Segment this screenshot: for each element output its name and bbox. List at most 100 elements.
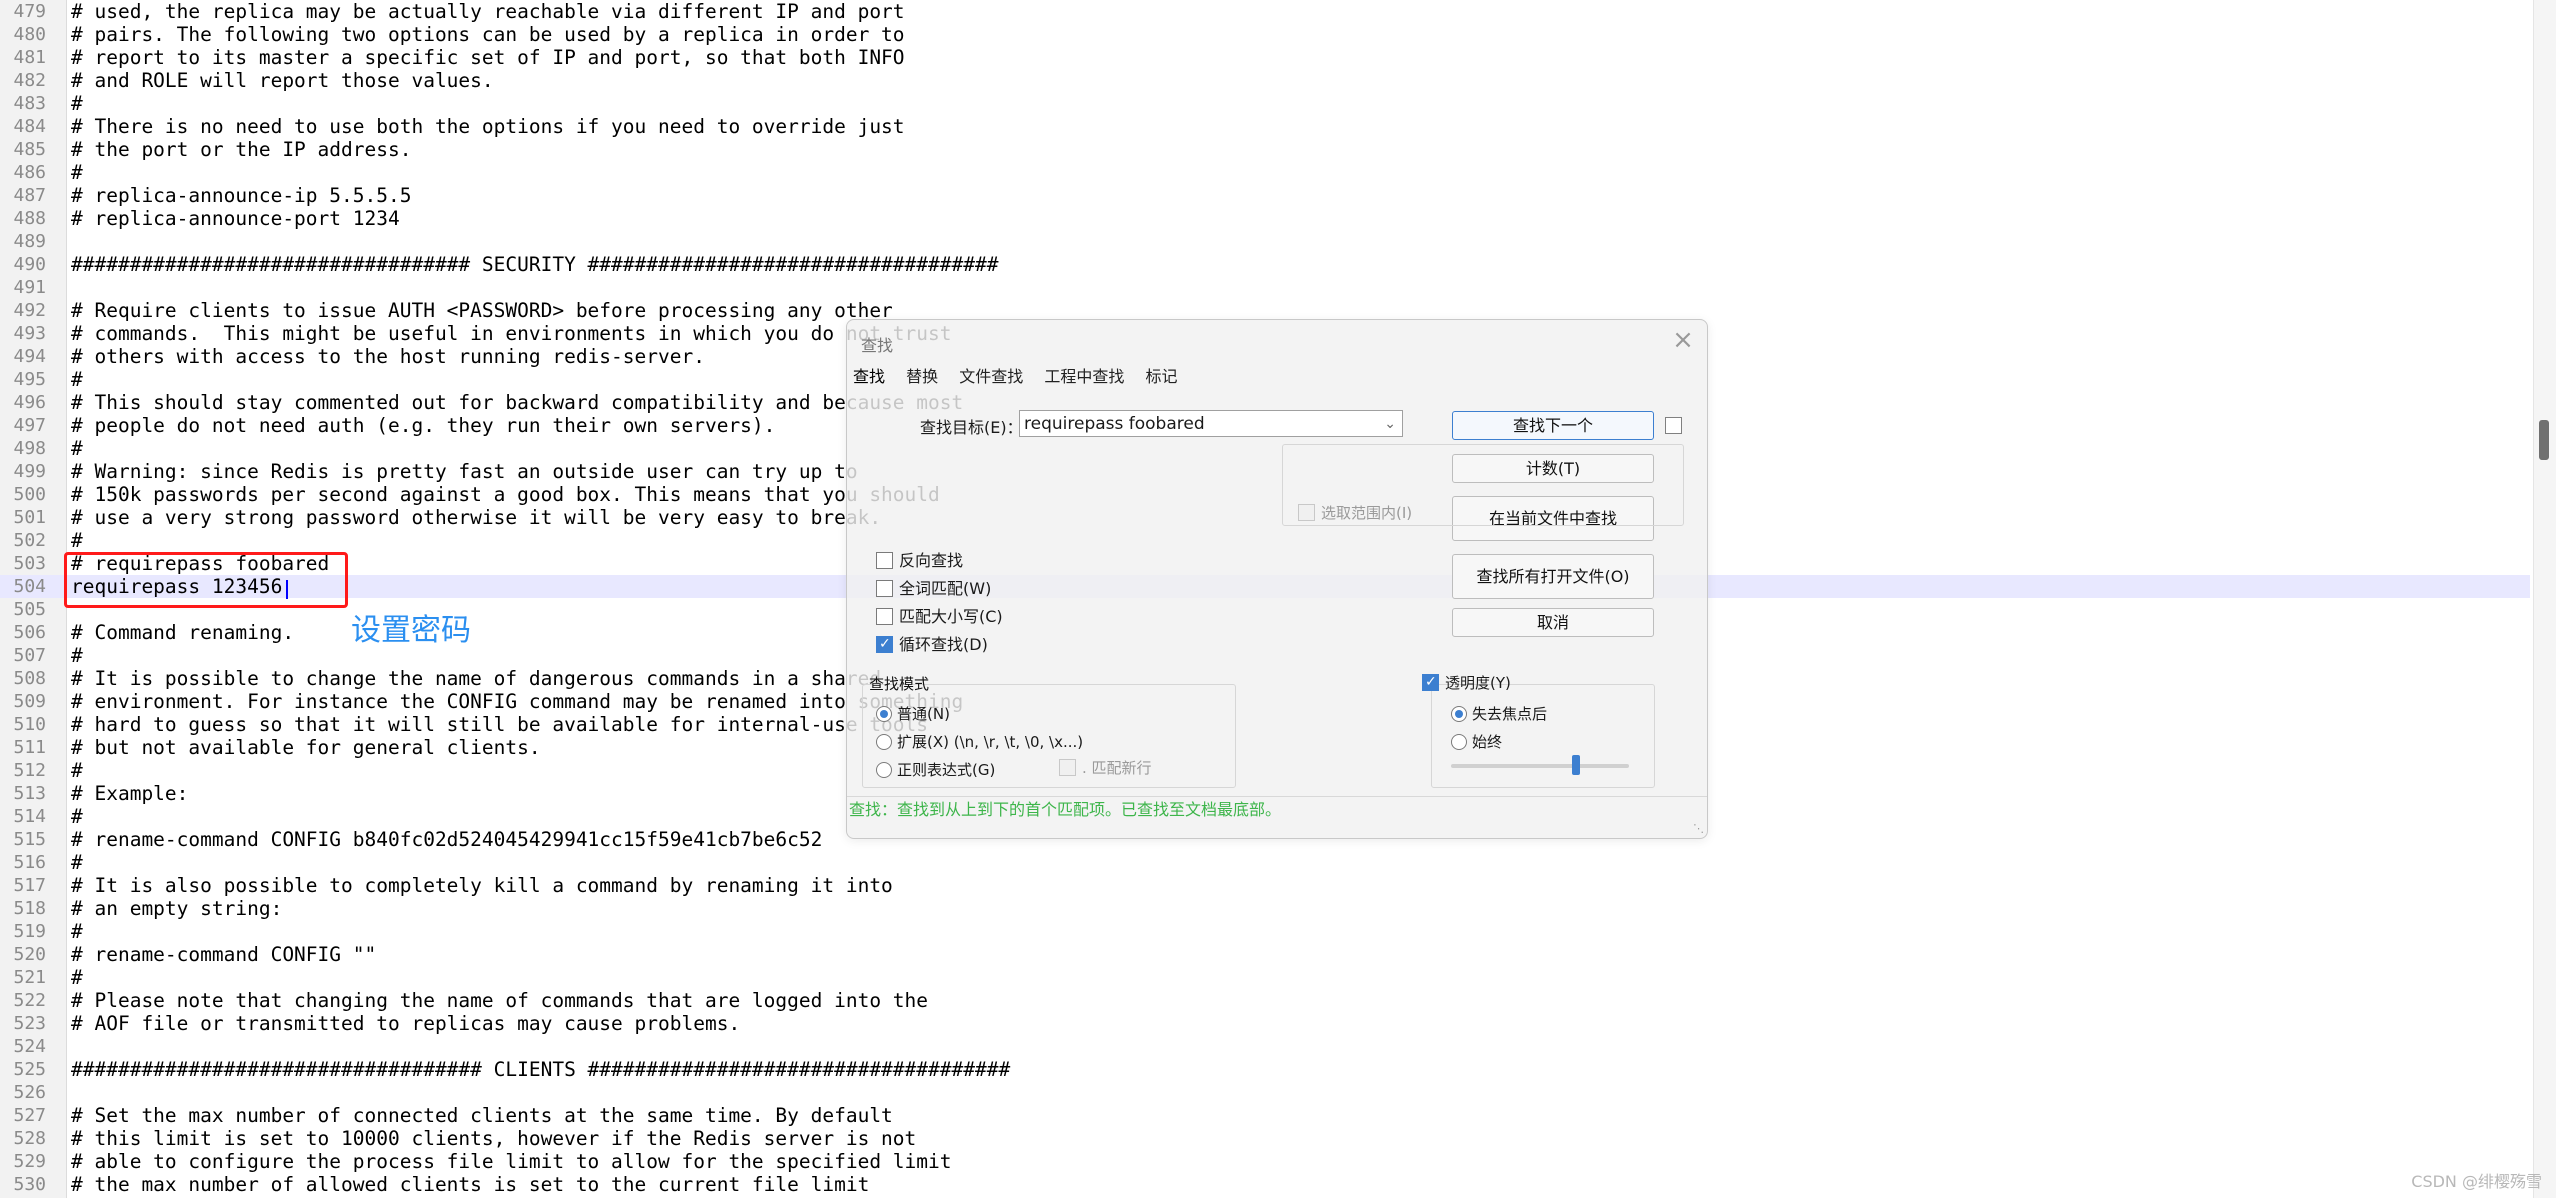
line-text[interactable]: ################################## SECUR… xyxy=(71,253,998,276)
tab-find[interactable]: 查找 xyxy=(847,364,891,390)
line-text[interactable]: # Set the max number of connected client… xyxy=(71,1104,893,1127)
line-text[interactable]: # used, the replica may be actually reac… xyxy=(71,0,905,23)
editor-line[interactable]: 484 # There is no need to use both the op… xyxy=(0,115,2530,138)
line-text[interactable]: # This should stay commented out for bac… xyxy=(71,391,963,414)
option-whole-word[interactable]: 全词匹配(W) xyxy=(876,579,991,599)
tab-find-in-files[interactable]: 文件查找 xyxy=(953,364,1029,390)
editor-line[interactable]: 522 # Please note that changing the name … xyxy=(0,989,2530,1012)
mode-regex-radio[interactable]: 正则表达式(G) xyxy=(876,760,995,780)
editor-line[interactable]: 480 # pairs. The following two options ca… xyxy=(0,23,2530,46)
radio-dot[interactable] xyxy=(876,733,892,750)
line-text[interactable]: # It is also possible to completely kill… xyxy=(71,874,893,897)
tab-find-in-project[interactable]: 工程中查找 xyxy=(1038,364,1130,390)
editor-line[interactable]: 485 # the port or the IP address. xyxy=(0,138,2530,161)
transparency-checkbox[interactable]: 透明度(Y) xyxy=(1422,672,1511,693)
line-text[interactable]: # rename-command CONFIG "" xyxy=(71,943,376,966)
line-text[interactable]: # xyxy=(71,161,83,184)
line-text[interactable]: # 150k passwords per second against a go… xyxy=(71,483,940,506)
line-text[interactable]: # rename-command CONFIG b840fc02d5240454… xyxy=(71,828,822,851)
line-text[interactable]: ################################### CLIE… xyxy=(71,1058,1010,1081)
editor-line[interactable]: 529 # able to configure the process file … xyxy=(0,1150,2530,1173)
editor-line[interactable]: 517 # It is also possible to completely k… xyxy=(0,874,2530,897)
vertical-scrollbar[interactable] xyxy=(2533,0,2556,1198)
line-text[interactable]: # this limit is set to 10000 clients, ho… xyxy=(71,1127,916,1150)
tab-mark[interactable]: 标记 xyxy=(1139,364,1183,390)
transparency-slider-thumb[interactable] xyxy=(1571,755,1580,775)
editor-line[interactable]: 524 xyxy=(0,1035,2530,1058)
line-text[interactable]: # but not available for general clients. xyxy=(71,736,541,759)
editor-line[interactable]: 487 # replica-announce-ip 5.5.5.5 xyxy=(0,184,2530,207)
line-text[interactable]: # xyxy=(71,851,83,874)
line-text[interactable]: # others with access to the host running… xyxy=(71,345,705,368)
line-text[interactable]: # use a very strong password otherwise i… xyxy=(71,506,881,529)
radio-dot[interactable] xyxy=(1451,733,1467,750)
editor-line[interactable]: 521 # xyxy=(0,966,2530,989)
line-text[interactable]: # Example: xyxy=(71,782,188,805)
chevron-down-icon[interactable]: ⌄ xyxy=(1384,411,1396,438)
transparency-on-lose-focus-radio[interactable]: 失去焦点后 xyxy=(1451,704,1547,724)
editor-line[interactable]: 486 # xyxy=(0,161,2530,184)
editor-line[interactable]: 491 xyxy=(0,276,2530,299)
editor-line[interactable]: 519 # xyxy=(0,920,2530,943)
line-text[interactable]: # xyxy=(71,529,83,552)
find-next-button[interactable]: 查找下一个 xyxy=(1452,411,1654,440)
radio-dot[interactable] xyxy=(1451,705,1467,722)
checkbox-box[interactable] xyxy=(876,608,893,625)
editor-line[interactable]: 479 # used, the replica may be actually r… xyxy=(0,0,2530,23)
line-text[interactable]: # the max number of allowed clients is s… xyxy=(71,1173,869,1196)
resize-grip-icon[interactable]: ⋱ xyxy=(1693,822,1704,835)
line-text[interactable]: # pairs. The following two options can b… xyxy=(71,23,905,46)
line-text[interactable]: # It is possible to change the name of d… xyxy=(71,667,881,690)
line-text[interactable]: # able to configure the process file lim… xyxy=(71,1150,952,1173)
line-text[interactable]: # commands. This might be useful in envi… xyxy=(71,322,952,345)
editor-line[interactable]: 525 ################################### C… xyxy=(0,1058,2530,1081)
radio-dot[interactable] xyxy=(876,761,892,778)
line-text[interactable]: # xyxy=(71,966,83,989)
line-text[interactable]: # xyxy=(71,805,83,828)
editor-line[interactable]: 523 # AOF file or transmitted to replicas… xyxy=(0,1012,2530,1035)
line-text[interactable]: # xyxy=(71,644,83,667)
line-text[interactable]: # AOF file or transmitted to replicas ma… xyxy=(71,1012,740,1035)
checkbox-box[interactable] xyxy=(876,580,893,597)
checkbox-box[interactable] xyxy=(1422,672,1439,692)
cancel-button[interactable]: 取消 xyxy=(1452,608,1654,637)
editor-line[interactable]: 530 # the max number of allowed clients i… xyxy=(0,1173,2530,1196)
editor-line[interactable]: 482 # and ROLE will report those values. xyxy=(0,69,2530,92)
scrollbar-thumb[interactable] xyxy=(2539,420,2549,460)
line-text[interactable]: # replica-announce-ip 5.5.5.5 xyxy=(71,184,411,207)
line-text[interactable]: # an empty string: xyxy=(71,897,282,920)
editor-line[interactable]: 483 # xyxy=(0,92,2530,115)
editor-line[interactable]: 527 # Set the max number of connected cli… xyxy=(0,1104,2530,1127)
editor-line[interactable]: 481 # report to its master a specific set… xyxy=(0,46,2530,69)
find-in-all-open-files-button[interactable]: 查找所有打开文件(O) xyxy=(1452,554,1654,599)
line-text[interactable]: # xyxy=(71,759,83,782)
close-icon[interactable]: × xyxy=(1671,327,1695,353)
find-target-input[interactable]: requirepass foobared ⌄ xyxy=(1019,410,1403,437)
line-text[interactable]: # Require clients to issue AUTH <PASSWOR… xyxy=(71,299,893,322)
line-text[interactable]: # xyxy=(71,368,83,391)
find-dialog[interactable]: 查找 × 查找 替换 文件查找 工程中查找 标记 查找目标(E)： requir… xyxy=(846,319,1708,839)
transparency-slider[interactable] xyxy=(1451,764,1629,768)
option-wrap-around[interactable]: 循环查找(D) xyxy=(876,634,988,655)
editor-line[interactable]: 520 # rename-command CONFIG "" xyxy=(0,943,2530,966)
editor-line[interactable]: 488 # replica-announce-port 1234 xyxy=(0,207,2530,230)
editor-line[interactable]: 518 # an empty string: xyxy=(0,897,2530,920)
editor-line[interactable]: 516 # xyxy=(0,851,2530,874)
line-text[interactable]: # hard to guess so that it will still be… xyxy=(71,713,928,736)
transparency-always-radio[interactable]: 始终 xyxy=(1451,732,1502,752)
mode-normal-radio[interactable]: 普通(N) xyxy=(876,704,950,724)
line-text[interactable]: # Command renaming. xyxy=(71,621,294,644)
tab-replace[interactable]: 替换 xyxy=(900,364,944,390)
line-text[interactable]: # xyxy=(71,92,83,115)
line-text[interactable]: # xyxy=(71,920,83,943)
checkbox-box[interactable] xyxy=(876,634,893,654)
checkbox-box[interactable] xyxy=(876,552,893,569)
line-text[interactable]: # replica-announce-port 1234 xyxy=(71,207,400,230)
line-text[interactable]: # Please note that changing the name of … xyxy=(71,989,928,1012)
line-text[interactable]: # environment. For instance the CONFIG c… xyxy=(71,690,963,713)
editor-line[interactable]: 526 xyxy=(0,1081,2530,1104)
editor-line[interactable]: 528 # this limit is set to 10000 clients,… xyxy=(0,1127,2530,1150)
option-match-case[interactable]: 匹配大小写(C) xyxy=(876,607,1003,627)
mode-extended-radio[interactable]: 扩展(X) (\n, \r, \t, \0, \x...) xyxy=(876,732,1083,752)
line-text[interactable]: # Warning: since Redis is pretty fast an… xyxy=(71,460,858,483)
